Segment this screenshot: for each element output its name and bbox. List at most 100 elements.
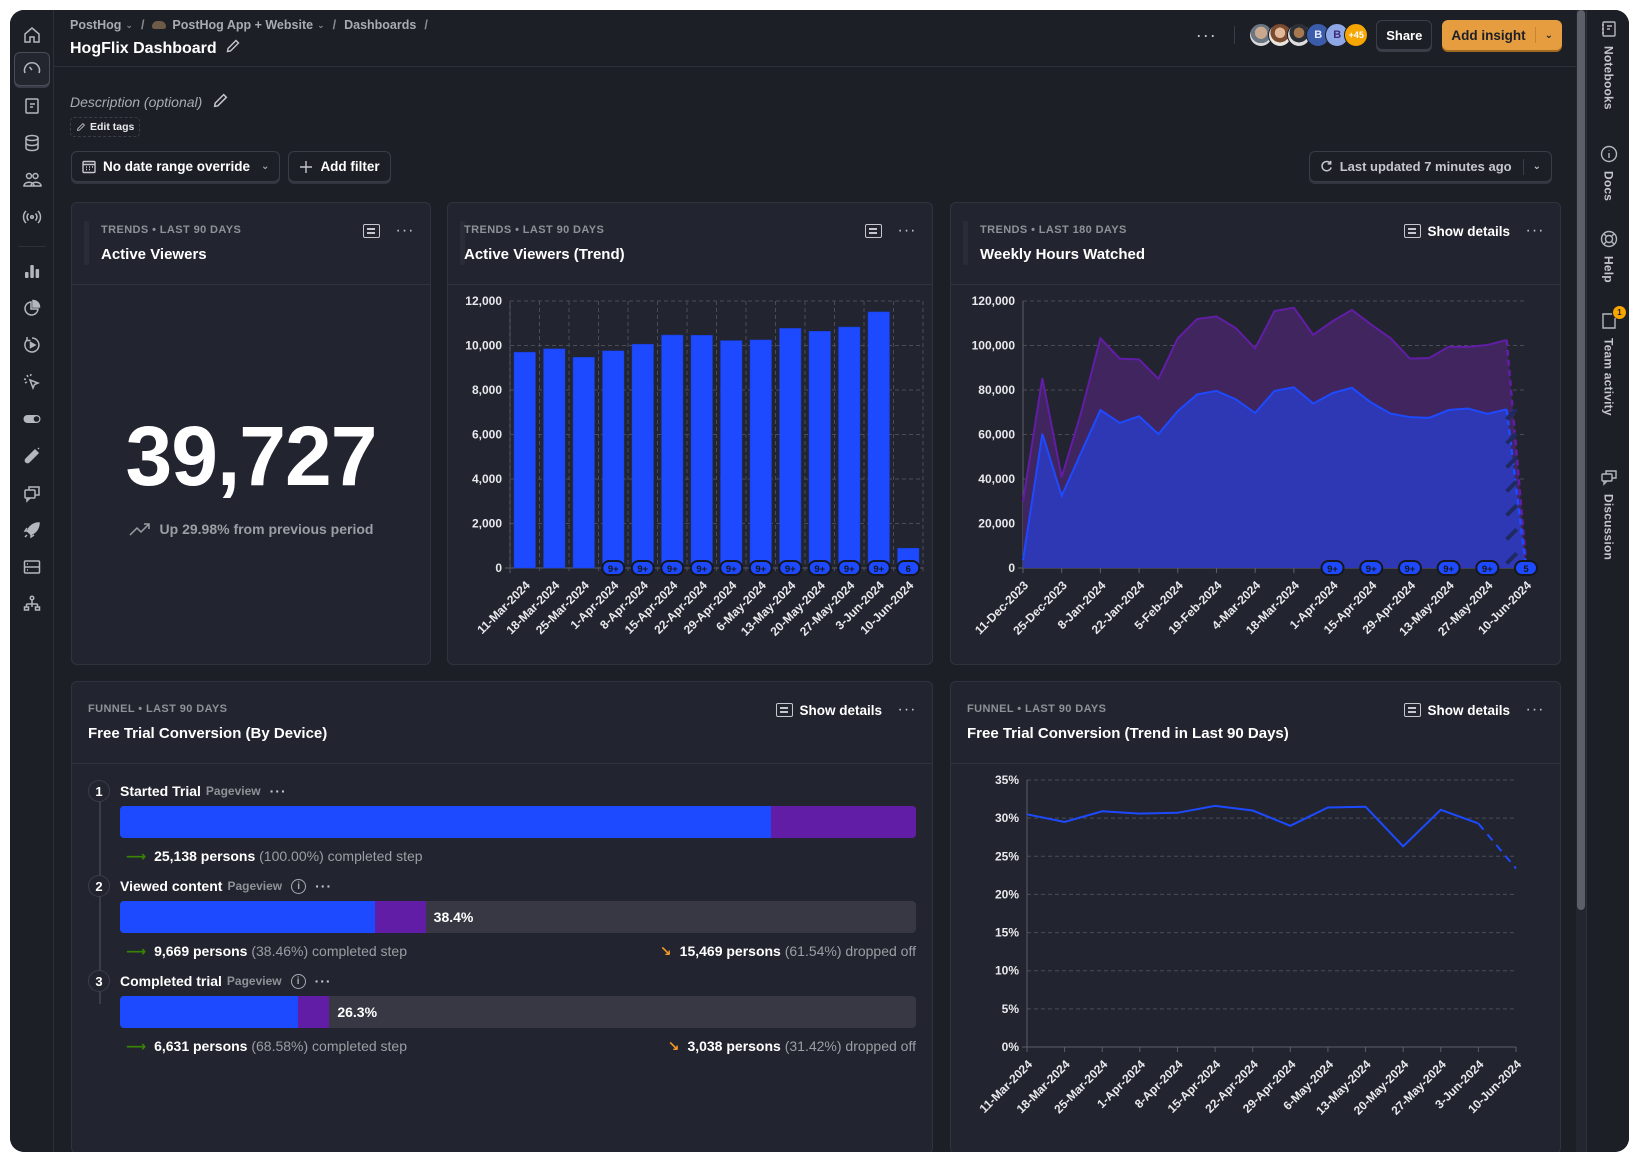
breadcrumb-separator: / [424, 18, 428, 32]
more-options-button[interactable]: ··· [1192, 21, 1220, 49]
nav-web-analytics[interactable] [14, 291, 50, 325]
bar-segment-series-1 [120, 996, 298, 1028]
scrollbar[interactable] [1576, 10, 1586, 1152]
annotation-badge: 9+ [637, 564, 648, 575]
dropped-stat[interactable]: ↘ 15,469 persons (61.54%) dropped off [660, 943, 916, 960]
breadcrumb-organization[interactable]: PostHog ⌄ [70, 18, 133, 32]
step-bar[interactable]: 38.4% [120, 901, 916, 933]
refresh-button[interactable]: Last updated 7 minutes ago ⌄ [1308, 151, 1552, 182]
show-details-button[interactable]: Show details [1404, 698, 1510, 722]
share-button[interactable]: Share [1376, 20, 1433, 50]
chevron-down-icon: ⌄ [317, 19, 325, 30]
completed-stat[interactable]: ⟶ 9,669 persons (38.46%) completed step [126, 943, 407, 960]
step-more-button[interactable]: ··· [315, 973, 332, 989]
card-title[interactable]: Active Viewers [101, 246, 207, 263]
card-title[interactable]: Free Trial Conversion (Trend in Last 90 … [967, 725, 1289, 742]
bar [602, 350, 625, 569]
nav-heatmaps[interactable] [14, 365, 50, 399]
card-title[interactable]: Active Viewers (Trend) [464, 246, 625, 263]
nav-people[interactable] [14, 163, 50, 197]
nav-surveys[interactable] [14, 476, 50, 510]
card-more-button[interactable]: ··· [896, 219, 918, 243]
card-title[interactable]: Free Trial Conversion (By Device) [88, 725, 327, 742]
scrollbar-thumb[interactable] [1577, 10, 1585, 910]
step-bar[interactable] [120, 806, 916, 838]
y-tick-label: 0 [1008, 561, 1015, 575]
rail-discussion[interactable]: Discussion [1587, 468, 1629, 560]
show-details-button[interactable]: Show details [1404, 219, 1510, 243]
step-more-button[interactable]: ··· [270, 783, 287, 799]
annotation-badge: 6 [906, 564, 911, 575]
rocket-icon [23, 522, 40, 539]
dropped-stat[interactable]: ↘ 3,038 persons (31.42%) dropped off [668, 1038, 916, 1055]
card-more-button[interactable]: ··· [1524, 698, 1546, 722]
breadcrumb-project[interactable]: PostHog App + Website ⌄ [152, 18, 325, 32]
card-title[interactable]: Weekly Hours Watched [980, 246, 1145, 263]
arrow-right-icon: ⟶ [126, 1038, 147, 1054]
nav-data-management[interactable] [14, 126, 50, 160]
show-details-button[interactable] [865, 219, 882, 243]
y-tick-label: 100,000 [972, 339, 1016, 353]
info-icon[interactable]: i [291, 878, 307, 894]
shared-users-avatars[interactable]: B B +45 [1249, 23, 1369, 47]
ellipsis-icon: ··· [1195, 24, 1217, 45]
rail-label: Team activity [1601, 338, 1616, 416]
completed-stat[interactable]: ⟶ 25,138 persons (100.00%) completed step [126, 848, 423, 865]
lifebuoy-icon [1600, 230, 1617, 248]
show-details-button[interactable]: Show details [776, 698, 882, 722]
bar-segment-series-1 [120, 806, 772, 838]
refresh-options-chevron-icon[interactable]: ⌄ [1533, 161, 1541, 172]
nav-home[interactable] [14, 18, 50, 52]
nav-dashboards[interactable] [14, 52, 50, 86]
y-tick-label: 40,000 [978, 472, 1015, 486]
completed-stat[interactable]: ⟶ 6,631 persons (68.58%) completed step [126, 1038, 407, 1055]
notebook-icon [25, 98, 39, 114]
nav-early-access[interactable] [14, 513, 50, 547]
y-tick-label: 80,000 [978, 383, 1015, 397]
nav-data-warehouse[interactable] [14, 550, 50, 584]
step-bar[interactable]: 26.3% [120, 996, 916, 1028]
pencil-icon [77, 122, 86, 131]
nav-pipeline[interactable] [14, 587, 50, 621]
details-icon [776, 703, 794, 717]
add-insight-dropdown-chevron-icon[interactable]: ⌄ [1536, 30, 1562, 41]
line-chart[interactable]: 0%5%10%15%20%25%30%35%11-Mar-202418-Mar-… [951, 765, 1561, 1152]
y-tick-label: 10% [995, 964, 1019, 978]
date-range-select[interactable]: No date range override ⌄ [71, 151, 281, 182]
card-more-button[interactable]: ··· [394, 219, 416, 243]
rail-team-activity[interactable]: 1 Team activity [1587, 306, 1629, 416]
step-name[interactable]: Completed trial [120, 973, 222, 989]
nav-activity[interactable] [14, 200, 50, 234]
edit-tags-button[interactable]: Edit tags [70, 117, 141, 137]
edit-title-button[interactable] [225, 38, 241, 59]
breadcrumb-dashboards[interactable]: Dashboards [344, 18, 416, 32]
rail-help[interactable]: Help [1587, 230, 1629, 283]
y-tick-label: 120,000 [972, 294, 1016, 308]
nav-session-replay[interactable] [14, 328, 50, 362]
drag-handle[interactable] [963, 221, 968, 265]
card-more-button[interactable]: ··· [896, 698, 918, 722]
add-insight-button[interactable]: Add insight ⌄ [1442, 20, 1562, 50]
nav-product-analytics[interactable] [14, 254, 50, 288]
bar [572, 357, 595, 569]
nav-experiments[interactable] [14, 439, 50, 473]
info-icon[interactable]: i [290, 973, 306, 989]
add-filter-button[interactable]: Add filter [288, 151, 391, 182]
card-actions: ··· [865, 219, 918, 243]
show-details-button[interactable] [363, 219, 380, 243]
card-meta: TRENDS • LAST 90 DAYS [101, 224, 242, 236]
bar-chart[interactable]: 02,0004,0006,0008,00010,00012,00011-Mar-… [448, 286, 933, 665]
rail-docs[interactable]: Docs [1587, 145, 1629, 201]
last-updated-label: Last updated 7 minutes ago [1339, 159, 1512, 174]
card-more-button[interactable]: ··· [1524, 219, 1546, 243]
step-name[interactable]: Viewed content [120, 878, 222, 894]
rail-notebooks[interactable]: Notebooks [1587, 20, 1629, 110]
nav-feature-flags[interactable] [14, 402, 50, 436]
nav-notebooks[interactable] [14, 89, 50, 123]
card-header: TRENDS • LAST 90 DAYS Active Viewers ··· [72, 203, 430, 285]
area-chart[interactable]: 020,00040,00060,00080,000100,000120,0001… [951, 286, 1561, 665]
description-field[interactable]: Description (optional) [70, 92, 229, 112]
step-more-button[interactable]: ··· [315, 878, 332, 894]
step-name[interactable]: Started Trial [120, 783, 201, 799]
drag-handle[interactable] [84, 221, 89, 265]
